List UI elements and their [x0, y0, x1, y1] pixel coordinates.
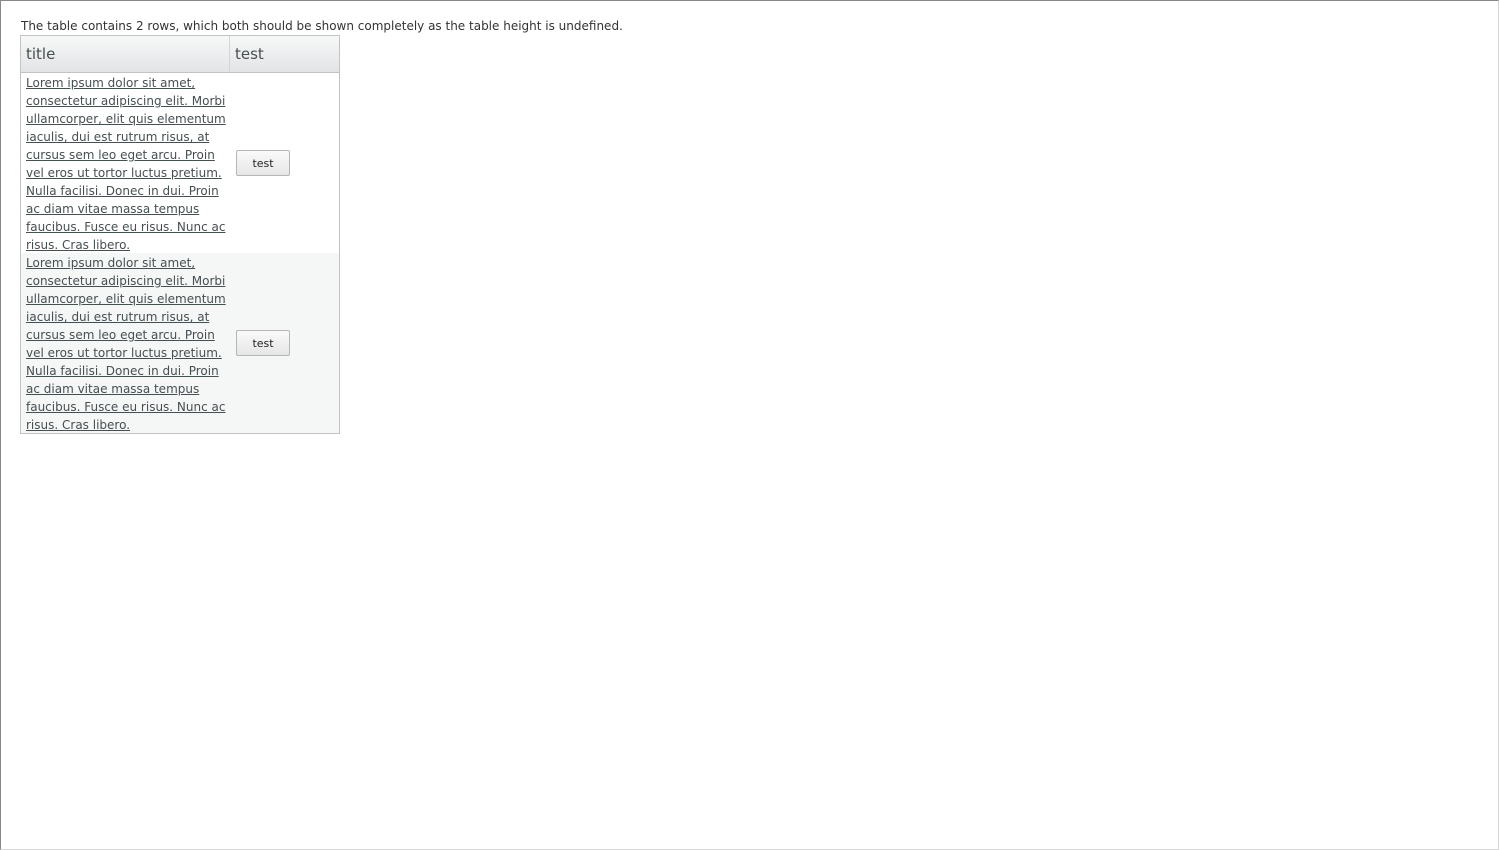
test-button[interactable]: test	[236, 330, 290, 356]
table-row: Lorem ipsum dolor sit amet, consectetur …	[21, 73, 339, 253]
table-header: title test	[21, 36, 339, 73]
test-cell: test	[230, 253, 339, 433]
test-button[interactable]: test	[236, 150, 290, 176]
column-header-test[interactable]: test	[230, 36, 339, 72]
test-cell: test	[230, 73, 339, 253]
table-row: Lorem ipsum dolor sit amet, consectetur …	[21, 253, 339, 433]
title-cell: Lorem ipsum dolor sit amet, consectetur …	[21, 73, 230, 253]
table-description: The table contains 2 rows, which both sh…	[21, 19, 623, 33]
title-link[interactable]: Lorem ipsum dolor sit amet, consectetur …	[26, 256, 226, 432]
title-cell: Lorem ipsum dolor sit amet, consectetur …	[21, 253, 230, 433]
column-header-title[interactable]: title	[21, 36, 230, 72]
data-table: title test Lorem ipsum dolor sit amet, c…	[20, 35, 340, 434]
title-link[interactable]: Lorem ipsum dolor sit amet, consectetur …	[26, 76, 226, 252]
